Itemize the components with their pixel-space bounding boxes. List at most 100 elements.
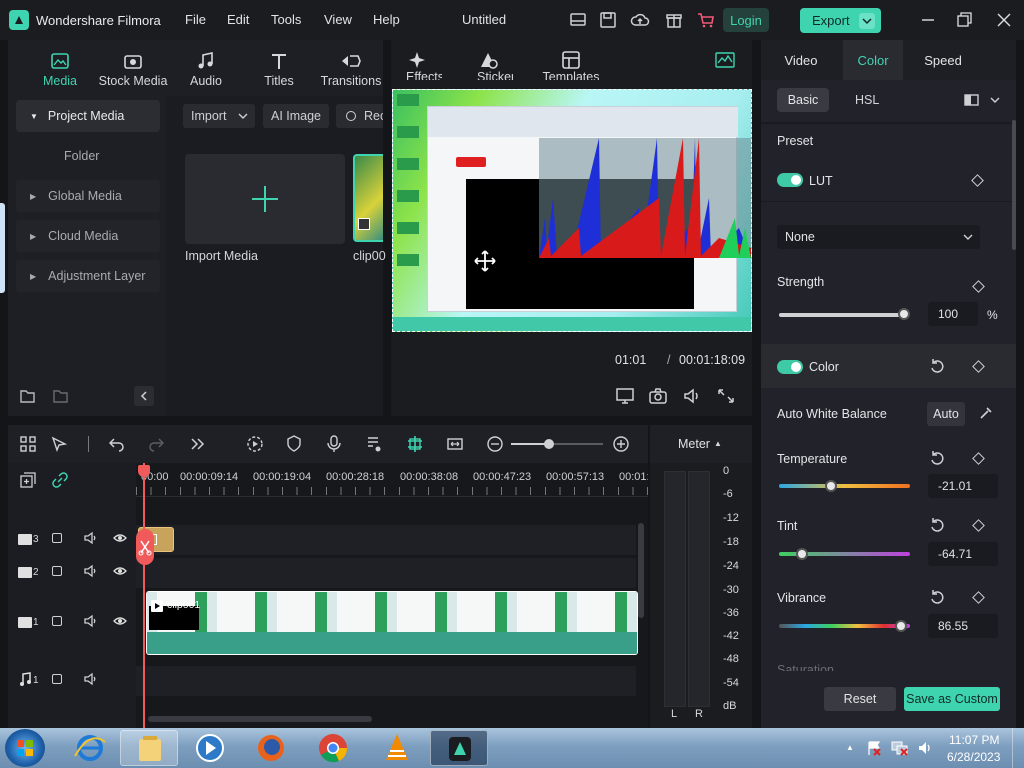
add-track-icon[interactable] bbox=[20, 472, 36, 488]
export-button[interactable]: Export bbox=[800, 8, 881, 33]
audio-edit-icon[interactable] bbox=[366, 435, 382, 453]
keyframe-diamond-icon[interactable] bbox=[972, 280, 985, 293]
new-folder-icon[interactable] bbox=[19, 388, 37, 404]
import-dropdown-button[interactable]: Import bbox=[183, 104, 255, 128]
network-icon[interactable] bbox=[891, 740, 909, 756]
playhead[interactable] bbox=[143, 463, 145, 728]
reset-icon[interactable] bbox=[929, 589, 945, 605]
ie-taskbar-button[interactable] bbox=[61, 730, 119, 766]
subtab-hsl[interactable]: HSL bbox=[855, 93, 879, 107]
left-edge-handle[interactable] bbox=[0, 203, 5, 293]
playhead-handle[interactable] bbox=[138, 465, 150, 477]
menu-edit[interactable]: Edit bbox=[227, 12, 249, 27]
vibrance-slider-knob[interactable] bbox=[895, 620, 908, 632]
speaker-icon[interactable] bbox=[83, 672, 97, 686]
vibrance-slider-track[interactable] bbox=[779, 624, 910, 628]
explorer-taskbar-button[interactable] bbox=[120, 730, 178, 766]
ai-image-button[interactable]: AI Image bbox=[263, 104, 329, 128]
caret-up-icon[interactable]: ▲ bbox=[714, 439, 722, 448]
reset-icon[interactable] bbox=[929, 517, 945, 533]
tab-transitions[interactable]: Transitions bbox=[317, 50, 385, 88]
tab-speed[interactable]: Speed bbox=[913, 40, 973, 80]
save-icon[interactable] bbox=[598, 10, 618, 30]
lut-select[interactable]: None bbox=[777, 225, 980, 249]
vlc-taskbar-button[interactable] bbox=[368, 730, 426, 766]
lock-icon[interactable] bbox=[52, 616, 62, 626]
display-settings-icon[interactable] bbox=[615, 387, 635, 405]
save-as-custom-button[interactable]: Save as Custom bbox=[904, 687, 1000, 711]
layout-icon[interactable] bbox=[568, 10, 588, 30]
lock-icon[interactable] bbox=[52, 566, 62, 576]
fit-icon[interactable] bbox=[446, 435, 464, 453]
shield-icon[interactable] bbox=[286, 435, 302, 453]
compare-view-icon[interactable] bbox=[964, 93, 980, 107]
keyframe-diamond-icon[interactable] bbox=[972, 519, 985, 532]
reset-icon[interactable] bbox=[929, 450, 945, 466]
tab-audio[interactable]: Audio bbox=[171, 50, 241, 88]
speaker-icon[interactable] bbox=[83, 564, 97, 578]
scrollbar[interactable] bbox=[1012, 120, 1016, 250]
video-preview[interactable] bbox=[392, 89, 752, 332]
strength-slider-knob[interactable] bbox=[898, 308, 910, 320]
cloud-upload-icon[interactable] bbox=[630, 10, 650, 30]
temperature-value[interactable]: -21.01 bbox=[928, 474, 998, 498]
record-button[interactable]: Rec bbox=[336, 104, 383, 128]
tab-stickers[interactable]: Stickers bbox=[477, 50, 513, 80]
clock-date[interactable]: 6/28/2023 bbox=[947, 750, 1000, 764]
zoom-slider-knob[interactable] bbox=[544, 439, 554, 449]
tint-slider-knob[interactable] bbox=[796, 548, 809, 560]
media-player-taskbar-button[interactable] bbox=[181, 730, 239, 766]
camera-icon[interactable] bbox=[648, 387, 668, 405]
auto-wb-button[interactable]: Auto bbox=[927, 402, 965, 426]
undo-icon[interactable] bbox=[109, 436, 125, 452]
strength-slider-track[interactable] bbox=[779, 313, 905, 317]
menu-help[interactable]: Help bbox=[373, 12, 400, 27]
tab-video[interactable]: Video bbox=[761, 40, 841, 80]
fullscreen-icon[interactable] bbox=[716, 387, 736, 405]
strength-value[interactable]: 100 bbox=[928, 302, 978, 326]
eye-icon[interactable] bbox=[113, 564, 127, 578]
sidebar-item-global-media[interactable]: ▶ Global Media bbox=[16, 180, 160, 212]
sidebar-item-folder[interactable]: Folder bbox=[16, 140, 160, 172]
speaker-icon[interactable] bbox=[83, 614, 97, 628]
subtab-basic[interactable]: Basic bbox=[777, 88, 829, 112]
folder-icon[interactable] bbox=[52, 388, 70, 404]
track-lane-video-2[interactable] bbox=[136, 558, 636, 588]
volume-icon[interactable] bbox=[682, 387, 702, 405]
link-icon[interactable] bbox=[52, 472, 68, 488]
split-scissors-button[interactable] bbox=[136, 529, 154, 565]
show-hidden-icons[interactable]: ▲ bbox=[846, 743, 854, 752]
lock-icon[interactable] bbox=[52, 533, 62, 543]
eye-icon[interactable] bbox=[113, 614, 127, 628]
login-button[interactable]: Login bbox=[723, 8, 769, 32]
speed-icon[interactable] bbox=[246, 435, 264, 453]
layout-grid-icon[interactable] bbox=[20, 436, 36, 452]
tab-templates[interactable]: Templates bbox=[541, 50, 601, 80]
temperature-slider-knob[interactable] bbox=[824, 480, 837, 492]
more-icon[interactable] bbox=[190, 436, 206, 452]
show-desktop-button[interactable] bbox=[1012, 728, 1024, 768]
eyedropper-icon[interactable] bbox=[979, 406, 993, 420]
sidebar-item-project-media[interactable]: ▼ Project Media bbox=[16, 100, 160, 132]
track-lane-video-3[interactable] bbox=[136, 525, 636, 555]
flag-icon[interactable] bbox=[866, 740, 882, 756]
keyframe-diamond-icon[interactable] bbox=[972, 591, 985, 604]
menu-tools[interactable]: Tools bbox=[271, 12, 301, 27]
keyframe-diamond-icon[interactable] bbox=[972, 452, 985, 465]
speaker-tray-icon[interactable] bbox=[917, 740, 933, 756]
color-toggle[interactable] bbox=[777, 360, 803, 374]
zoom-out-icon[interactable] bbox=[486, 435, 504, 453]
vibrance-value[interactable]: 86.55 bbox=[928, 614, 998, 638]
sidebar-item-cloud-media[interactable]: ▶ Cloud Media bbox=[16, 220, 160, 252]
keyframe-diamond-icon[interactable] bbox=[971, 174, 984, 187]
timeline-vertical-scrollbar[interactable] bbox=[638, 523, 644, 618]
current-time[interactable]: 01:01 bbox=[615, 353, 646, 367]
menu-view[interactable]: View bbox=[324, 12, 352, 27]
timeline-horizontal-scrollbar[interactable] bbox=[148, 716, 372, 722]
restore-icon[interactable] bbox=[954, 10, 974, 30]
video-clip[interactable]: clip001 bbox=[146, 591, 638, 655]
lut-toggle[interactable] bbox=[777, 173, 803, 187]
minimize-icon[interactable] bbox=[918, 10, 938, 30]
firefox-taskbar-button[interactable] bbox=[242, 730, 300, 766]
clock-time[interactable]: 11:07 PM bbox=[949, 733, 999, 747]
